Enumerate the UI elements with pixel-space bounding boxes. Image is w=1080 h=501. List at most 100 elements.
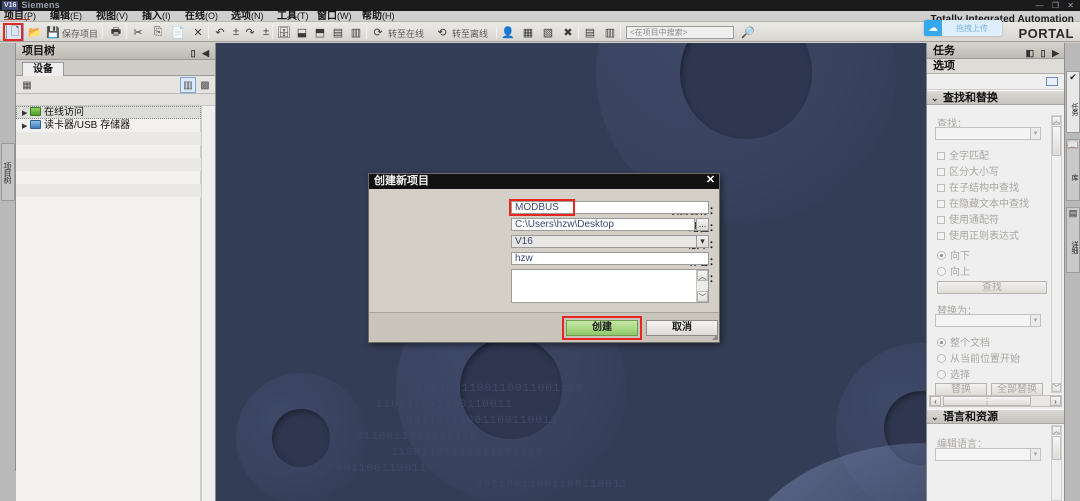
show-all-icon[interactable]: ▦ <box>520 24 536 40</box>
group-header-language-resources[interactable]: ⌄ 语言和资源 <box>927 409 1064 424</box>
radio-scope-from-cursor[interactable]: 从当前位置开始 <box>937 350 1020 365</box>
language-panel-scrollbar[interactable]: ︿ <box>1051 425 1062 501</box>
start-simulation-icon[interactable]: ▤ <box>330 24 346 40</box>
menu-item-window[interactable]: 窗口(W) <box>317 11 352 22</box>
checkbox-label: 使用通配符 <box>949 215 999 226</box>
diagnostics-icon[interactable]: 👤 <box>500 24 516 40</box>
scroll-right-icon[interactable]: › <box>1050 396 1061 406</box>
search-binoculars-icon[interactable]: 🔎 <box>740 24 756 40</box>
group-header-find-replace[interactable]: ⌄ 查找和替换 <box>927 90 1064 105</box>
radio-scope-whole-document[interactable]: 整个文档 <box>937 334 990 349</box>
close-icon[interactable]: ✕ <box>704 174 717 188</box>
path-input[interactable]: C:\Users\hzw\Desktop <box>511 218 695 231</box>
chevron-down-icon[interactable]: ▾ <box>1030 315 1040 326</box>
open-project-icon[interactable]: 📂 <box>27 24 43 40</box>
redo-icon[interactable]: ↷ <box>242 24 258 40</box>
add-object-icon[interactable]: ▩ <box>198 78 212 92</box>
upload-icon[interactable]: ⬒ <box>312 24 328 40</box>
close-editor-icon[interactable]: ✖ <box>560 24 576 40</box>
go-offline-icon[interactable]: ⟲ <box>434 24 450 40</box>
author-input[interactable]: hzw <box>511 252 709 265</box>
checkbox-whole-word[interactable]: 全字匹配 <box>937 147 989 162</box>
replace-input[interactable]: ▾ <box>935 314 1041 327</box>
checkbox-find-in-hidden-text[interactable]: 在隐藏文本中查找 <box>937 195 1029 210</box>
find-button[interactable]: 查找 <box>937 281 1047 294</box>
find-input[interactable]: ▾ <box>935 127 1041 140</box>
resize-grip-icon[interactable]: ◢ <box>712 332 718 341</box>
version-select[interactable]: V16 <box>511 235 709 248</box>
sidebar-tab-libraries[interactable]: 📖 库 <box>1066 139 1080 201</box>
radio-direction-up[interactable]: 向上 <box>937 263 970 278</box>
scrollbar-thumb[interactable] <box>1052 126 1061 156</box>
project-name-input[interactable]: MODBUS <box>511 201 709 214</box>
scroll-up-icon[interactable]: ︿ <box>1052 426 1061 435</box>
scrollbar-thumb[interactable] <box>1052 436 1061 460</box>
task-panel-vertical-scrollbar[interactable]: ︿ ﹀ <box>1051 115 1062 393</box>
chevron-down-icon[interactable]: ▾ <box>1030 449 1040 460</box>
save-project-label[interactable]: 保存项目 <box>62 27 98 40</box>
version-dropdown-chevron-down-icon[interactable]: ▾ <box>696 235 709 248</box>
cut-icon[interactable]: ✂ <box>130 24 146 40</box>
menu-item-insert[interactable]: 插入(I) <box>142 11 171 22</box>
compile-icon[interactable]: 🗄 <box>276 24 292 40</box>
menu-item-help[interactable]: 帮助(H) <box>362 11 395 22</box>
save-project-icon[interactable]: 💾 <box>45 24 61 40</box>
scrollbar-thumb[interactable]: ⋮ <box>943 396 1031 406</box>
scroll-left-icon[interactable]: ‹ <box>930 396 941 406</box>
checkbox-box <box>937 232 945 240</box>
goto-online-label[interactable]: 转至在线 <box>388 27 424 40</box>
tab-devices[interactable]: 设备 <box>22 62 64 77</box>
comment-textarea[interactable]: ︿ ﹀ <box>511 269 709 303</box>
menu-item-project[interactable]: 项目(P) <box>4 11 36 22</box>
copy-icon[interactable]: ⎘ <box>150 24 166 40</box>
radio-scope-selection[interactable]: 选择 <box>937 366 970 381</box>
delete-icon[interactable]: ✕ <box>190 24 206 40</box>
split-horizontal-icon[interactable]: ▤ <box>582 24 598 40</box>
tree-vertical-scrollbar[interactable] <box>201 106 215 501</box>
task-panel-horizontal-scrollbar[interactable]: ‹ ⋮ › <box>929 395 1062 407</box>
print-icon[interactable]: 🖶 <box>108 24 124 40</box>
new-project-icon[interactable]: 🗋 <box>6 23 24 41</box>
chevron-down-icon[interactable]: ⌄ <box>931 91 939 106</box>
menu-item-options[interactable]: 选项(N) <box>231 11 264 22</box>
checkbox-match-case[interactable]: 区分大小写 <box>937 163 999 178</box>
sidebar-tab-tasks[interactable]: ✔ 任务 <box>1066 71 1080 133</box>
drag-upload-chip[interactable]: ☁ 拖拽上传 <box>924 20 1002 36</box>
checkbox-find-in-substructure[interactable]: 在子结构中查找 <box>937 179 1019 194</box>
menu-item-edit[interactable]: 编辑(E) <box>50 11 82 22</box>
go-online-icon[interactable]: ⟳ <box>370 24 386 40</box>
chevron-down-icon[interactable]: ▾ <box>1030 128 1040 139</box>
edit-language-select[interactable]: ▾ <box>935 448 1041 461</box>
browse-path-button[interactable]: ... <box>696 218 709 231</box>
download-icon[interactable]: ⬓ <box>294 24 310 40</box>
split-vertical-icon[interactable]: ▥ <box>602 24 618 40</box>
tree-filter-icon[interactable]: ▦ <box>20 78 34 92</box>
window-controls[interactable]: — ❐ ✕ <box>1036 0 1077 11</box>
paste-icon[interactable]: 📄 <box>170 24 186 40</box>
scroll-down-icon[interactable]: ﹀ <box>697 291 708 302</box>
cancel-button[interactable]: 取消 <box>646 320 718 336</box>
list-item[interactable]: ▶ 读卡器/USB 存储器 <box>16 119 201 132</box>
hide-all-icon[interactable]: ▧ <box>540 24 556 40</box>
scroll-down-icon[interactable]: ﹀ <box>1052 383 1061 392</box>
columns-icon[interactable]: ▥ <box>180 77 196 93</box>
comment-scrollbar[interactable]: ︿ ﹀ <box>696 270 708 302</box>
scroll-up-icon[interactable]: ︿ <box>697 270 708 281</box>
goto-offline-label[interactable]: 转至离线 <box>452 27 488 40</box>
checkbox-use-wildcards[interactable]: 使用通配符 <box>937 211 999 226</box>
search-input[interactable]: <在项目中搜索> <box>626 26 734 39</box>
sidebar-tab-project-tree[interactable]: 项目树 <box>1 143 15 201</box>
list-item[interactable]: ▶ 在线访问 <box>16 106 201 119</box>
monitor-icon[interactable]: ▥ <box>348 24 364 40</box>
chevron-down-icon[interactable]: ⌄ <box>931 410 939 425</box>
undo-icon[interactable]: ↶ <box>212 24 228 40</box>
create-button[interactable]: 创建 <box>566 320 638 336</box>
menu-item-tools[interactable]: 工具(T) <box>277 11 309 22</box>
panel-toggle-icon[interactable] <box>1046 77 1058 86</box>
checkbox-use-regex[interactable]: 使用正则表达式 <box>937 227 1019 242</box>
menu-item-online[interactable]: 在线(O) <box>185 11 218 22</box>
sidebar-tab-details[interactable]: ▤ 详细 <box>1066 207 1080 273</box>
menu-item-view[interactable]: 视图(V) <box>96 11 128 22</box>
radio-direction-down[interactable]: 向下 <box>937 247 970 262</box>
scroll-up-icon[interactable]: ︿ <box>1052 116 1061 125</box>
